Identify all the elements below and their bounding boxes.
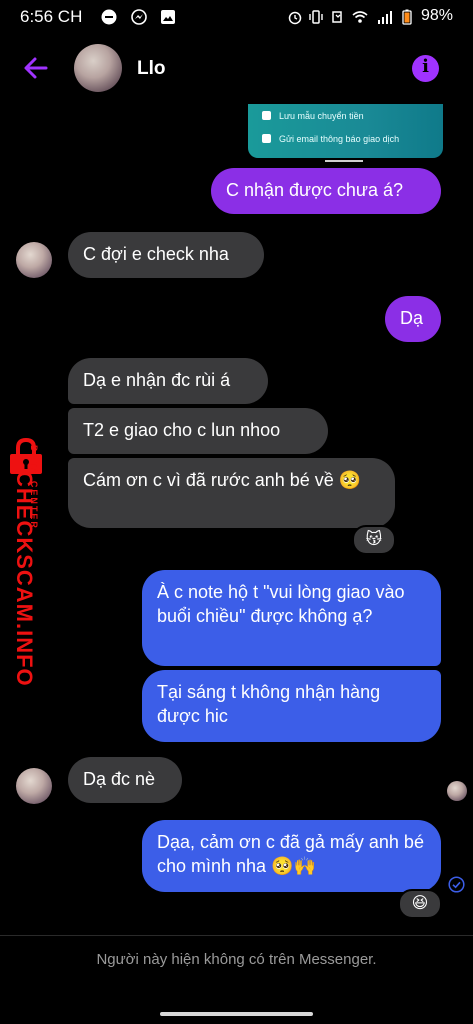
chat-header: Llo i: [0, 38, 473, 100]
status-bar: 6:56 CH 98%: [0, 0, 473, 34]
contact-avatar[interactable]: [74, 44, 122, 92]
preview-row: Gửi email thông báo giao dịch: [262, 134, 399, 144]
alarm-icon: [288, 11, 302, 25]
preview-divider: [325, 160, 363, 162]
message-bubble-incoming[interactable]: Cám ơn c vì đã rước anh bé về 🥺: [68, 458, 395, 528]
messenger-icon: [131, 9, 147, 25]
home-indicator[interactable]: [160, 1012, 313, 1016]
checkbox-icon: [262, 134, 271, 143]
shared-image-preview[interactable]: Lưu mẫu chuyển tiền Gửi email thông báo …: [248, 104, 443, 158]
message-bubble-incoming[interactable]: T2 e giao cho c lun nhoo: [68, 408, 328, 454]
preview-row: Lưu mẫu chuyển tiền: [262, 111, 364, 121]
contact-avatar-small[interactable]: [16, 242, 52, 278]
message-bubble-incoming[interactable]: Dạ đc nè: [68, 757, 182, 803]
status-time: 6:56 CH: [20, 7, 83, 26]
watermark-title: CHECKSCAM.INFO: [12, 471, 37, 687]
wifi-icon: [352, 11, 368, 23]
sent-check-icon: [448, 876, 465, 893]
watermark: DATA CENTER CHECKSCAM.INFO: [2, 438, 52, 687]
battery-percent: 98%: [420, 7, 453, 24]
message-bubble-outgoing[interactable]: Tại sáng t không nhận hàng được hic: [142, 670, 441, 742]
vibrate-icon: [309, 10, 323, 24]
message-bubble-incoming[interactable]: C đợi e check nha: [68, 232, 264, 278]
message-bubble-outgoing[interactable]: Dạa, cảm ơn c đã gả mấy anh bé cho mình …: [142, 820, 441, 892]
message-reaction[interactable]: 😽: [352, 525, 396, 555]
signal-icon: [378, 11, 392, 24]
message-reaction[interactable]: 😆: [398, 889, 442, 919]
message-bubble-outgoing[interactable]: Dạ: [385, 296, 441, 342]
do-not-disturb-icon: [101, 9, 117, 25]
battery-icon: [402, 9, 412, 25]
checkbox-icon: [262, 111, 271, 120]
message-bubble-incoming[interactable]: Dạ e nhận đc rùi á: [68, 358, 268, 404]
read-receipt-avatar: [447, 781, 467, 801]
message-bubble-outgoing[interactable]: C nhận được chưa á?: [211, 168, 441, 214]
unavailable-notice: Người này hiện không có trên Messenger.: [96, 951, 377, 968]
message-bubble-outgoing[interactable]: À c note hộ t "vui lòng giao vào buổi ch…: [142, 570, 441, 666]
info-icon[interactable]: i: [412, 55, 439, 82]
contact-name[interactable]: Llo: [137, 58, 166, 80]
nfc-icon: [332, 11, 342, 23]
footer-notice-bar: Người này hiện không có trên Messenger.: [0, 935, 473, 996]
gallery-icon: [161, 10, 175, 24]
contact-avatar-small[interactable]: [16, 768, 52, 804]
back-arrow-icon[interactable]: [22, 54, 50, 82]
